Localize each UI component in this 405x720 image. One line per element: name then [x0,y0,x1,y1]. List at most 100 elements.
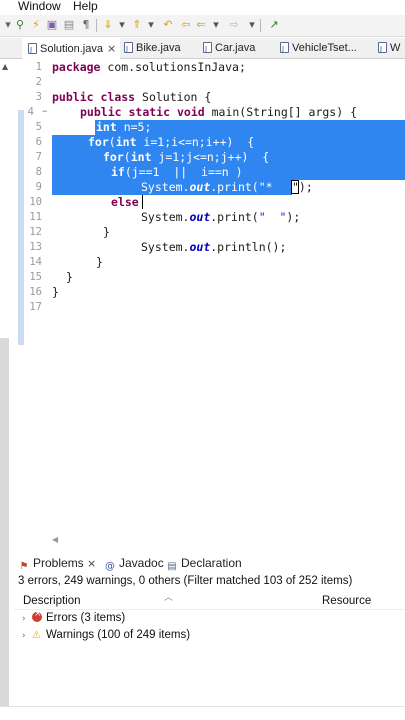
fold-icon[interactable]: − [42,105,47,120]
javadoc-icon: @ [105,561,115,572]
dropdown-arrow-icon[interactable]: ▾ [116,19,128,31]
prev-annotation-icon[interactable]: ⇑ [131,19,143,31]
collapse-arrow-icon[interactable]: ▲ [2,62,8,71]
code-line-9: System.out.print("* [141,180,280,194]
problems-table-header: Description ︿ Resource [14,592,405,610]
line-number: 9 [35,181,42,193]
selection-range-indicator [18,110,24,345]
code-line-3: public class Solution { [52,90,212,104]
java-file-icon [378,39,387,60]
tab-declaration[interactable]: ▤ Declaration [166,556,242,573]
line-number: 13 [29,241,42,253]
problems-icon: ⚑ [19,561,29,572]
dropdown-arrow-icon[interactable]: ▾ [145,19,157,31]
tab-bike-java[interactable]: Bike.java [124,38,181,60]
line-number: 7 [35,151,42,163]
line-number: 3 [35,91,42,103]
toggle-mark-icon[interactable]: ▣ [46,19,58,31]
code-line-4: public static void main(String[] args) { [80,105,357,119]
line-number: 15 [29,271,42,283]
dropdown-arrow-icon[interactable]: ▾ [246,19,258,31]
whitespace-icon[interactable]: ¶ [80,19,92,31]
toolbar: ▾ ⚲ ⚡ ▣ ▤ ¶ ⇓ ▾ ⇑ ▾ ↶ ⇦ ⇐ ▾ ⇨ ▾ ↗ [0,15,405,37]
left-side-strip [0,338,9,706]
line-number: 12 [29,226,42,238]
problems-row-warnings[interactable]: › ⚠ Warnings (100 of 249 items) [22,629,190,641]
close-icon[interactable]: × [107,42,116,55]
line-number: 16 [29,286,42,298]
pin-icon[interactable]: ⚲ [14,19,26,31]
expand-chevron-icon[interactable]: › [22,614,32,624]
line-number: 10 [29,196,42,208]
menu-window[interactable]: Window [18,0,61,13]
sort-indicator-icon: ︿ [164,593,174,603]
dropdown-arrow-icon[interactable]: ▾ [2,19,14,31]
line-number: 2 [35,76,42,88]
problems-row-errors[interactable]: › Errors (3 items) [22,609,126,624]
tab-problems[interactable]: ⚑ Problems × [18,556,97,573]
line-number: 1 [35,61,42,73]
code-line-8: if(j==1 || i==n ) [111,165,243,179]
code-line-1: package com.solutionsInJava; [52,60,246,74]
line-number: 14 [29,256,42,268]
bottom-panel-tabs: ⚑ Problems × @ Javadoc ▤ Declaration [10,554,405,574]
scroll-left-icon[interactable]: ◀ [52,535,58,544]
code-line-15: } [66,270,73,284]
wand-icon[interactable]: ⚡ [30,19,42,31]
line-number: 8 [35,166,42,178]
warning-icon: ⚠ [32,630,41,641]
java-file-icon [280,39,289,60]
toolbar-separator [96,19,97,32]
line-number: 4 [27,106,34,118]
tab-label: Bike.java [136,42,181,54]
code-line-7: for(int j=1;j<=n;j++) { [103,150,270,164]
forward-icon[interactable]: ⇨ [228,19,240,31]
code-line-5: int n=5; [96,120,152,134]
problems-summary: 3 errors, 249 warnings, 0 others (Filter… [18,575,353,587]
line-number: 11 [29,211,42,223]
last-edit-icon[interactable]: ↶ [162,19,174,31]
tab-label: W [390,42,401,54]
code-line-14: } [96,255,103,269]
code-editor[interactable]: 1 2 3 4 − 5 6 7 8 9 10 11 12 13 14 15 16… [0,59,405,545]
java-file-icon [124,39,133,60]
java-file-icon [203,39,212,60]
tab-label: VehicleTset... [292,42,357,54]
row-label: Errors (3 items) [46,612,126,624]
open-task-icon[interactable]: ↗ [268,19,280,31]
back-icon[interactable]: ⇦ [180,19,192,31]
toolbar-separator [260,19,261,32]
tab-label: Problems [33,556,84,570]
tab-vehicletset[interactable]: VehicleTset... [280,38,357,60]
code-line-16: } [52,285,59,299]
next-annotation-icon[interactable]: ⇓ [102,19,114,31]
tab-label: Solution.java [40,43,103,55]
code-line-11: System.out.print(" "); [141,210,301,224]
dropdown-arrow-icon[interactable]: ▾ [210,19,222,31]
menu-help[interactable]: Help [73,0,98,13]
column-description[interactable]: Description [23,595,81,607]
code-line-9-tail: "); [292,180,313,194]
line-number: 6 [35,136,42,148]
close-icon[interactable]: × [87,557,96,570]
tab-w[interactable]: W [378,38,401,60]
back-arrow-icon[interactable]: ⇐ [195,19,207,31]
tab-javadoc[interactable]: @ Javadoc [104,556,164,573]
block-select-icon[interactable]: ▤ [63,19,75,31]
column-resource[interactable]: Resource [322,595,371,607]
tab-solution-java[interactable]: Solution.java × [22,38,120,61]
line-number: 17 [29,301,42,313]
code-line-12: } [103,225,110,239]
line-number: 5 [35,121,42,133]
code-line-10: else [111,195,139,209]
error-icon [32,609,42,622]
tab-car-java[interactable]: Car.java [203,38,255,60]
java-file-icon [28,40,37,61]
code-line-6: for(int i=1;i<=n;i++) { [88,135,255,149]
caret [142,195,143,209]
declaration-icon: ▤ [167,561,177,572]
expand-chevron-icon[interactable]: › [22,631,32,641]
code-line-13: System.out.println(); [141,240,287,254]
tab-label: Declaration [181,556,242,570]
tab-label: Javadoc [119,556,164,570]
